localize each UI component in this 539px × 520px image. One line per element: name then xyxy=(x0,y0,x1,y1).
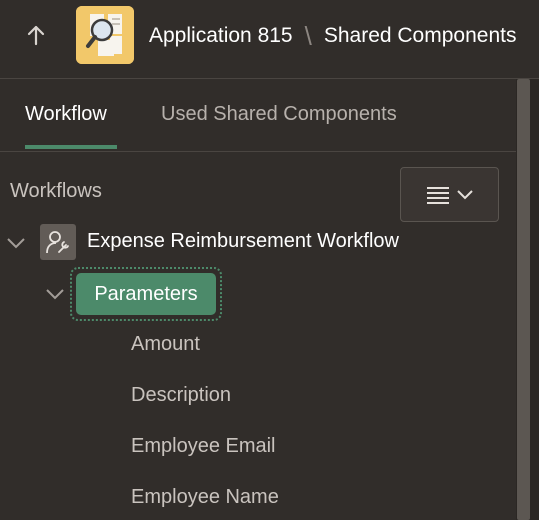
breadcrumb: Application 815 \ Shared Components xyxy=(149,20,516,52)
parameter-item-amount[interactable]: Amount xyxy=(131,333,200,356)
tree-actions-menu-button[interactable] xyxy=(400,167,499,222)
parameters-collapse-toggle[interactable] xyxy=(45,284,65,304)
parameter-item-employee-email[interactable]: Employee Email xyxy=(131,435,276,458)
arrow-up-icon xyxy=(27,25,45,46)
breadcrumb-application[interactable]: Application 815 xyxy=(149,24,293,48)
workflow-collapse-toggle[interactable] xyxy=(6,233,26,253)
hamburger-menu-icon xyxy=(426,186,449,204)
navigate-up-button[interactable] xyxy=(20,18,52,52)
tab-workflow[interactable]: Workflow xyxy=(25,103,107,126)
workflow-tree-node[interactable]: Expense Reimbursement Workflow xyxy=(87,230,399,253)
workflows-section-label: Workflows xyxy=(10,180,102,202)
chevron-down-icon xyxy=(456,189,473,199)
tab-used-shared-components[interactable]: Used Shared Components xyxy=(161,103,397,126)
header-bar: Application 815 \ Shared Components xyxy=(0,0,539,79)
application-icon[interactable] xyxy=(76,6,134,64)
parameters-tree-node[interactable]: Parameters xyxy=(76,273,216,315)
tab-bar: Workflow Used Shared Components xyxy=(0,79,516,152)
chevron-down-icon xyxy=(46,289,64,300)
breadcrumb-separator: \ xyxy=(304,20,312,51)
breadcrumb-shared-components[interactable]: Shared Components xyxy=(324,24,517,48)
workflow-editor-window: Application 815 \ Shared Components Work… xyxy=(0,0,539,520)
user-wrench-icon xyxy=(40,224,76,260)
parameter-item-employee-name[interactable]: Employee Name xyxy=(131,486,279,509)
scrollbar-thumb[interactable] xyxy=(517,79,530,520)
parameter-item-description[interactable]: Description xyxy=(131,384,231,407)
active-tab-indicator xyxy=(25,145,117,149)
chevron-down-icon xyxy=(7,238,25,249)
